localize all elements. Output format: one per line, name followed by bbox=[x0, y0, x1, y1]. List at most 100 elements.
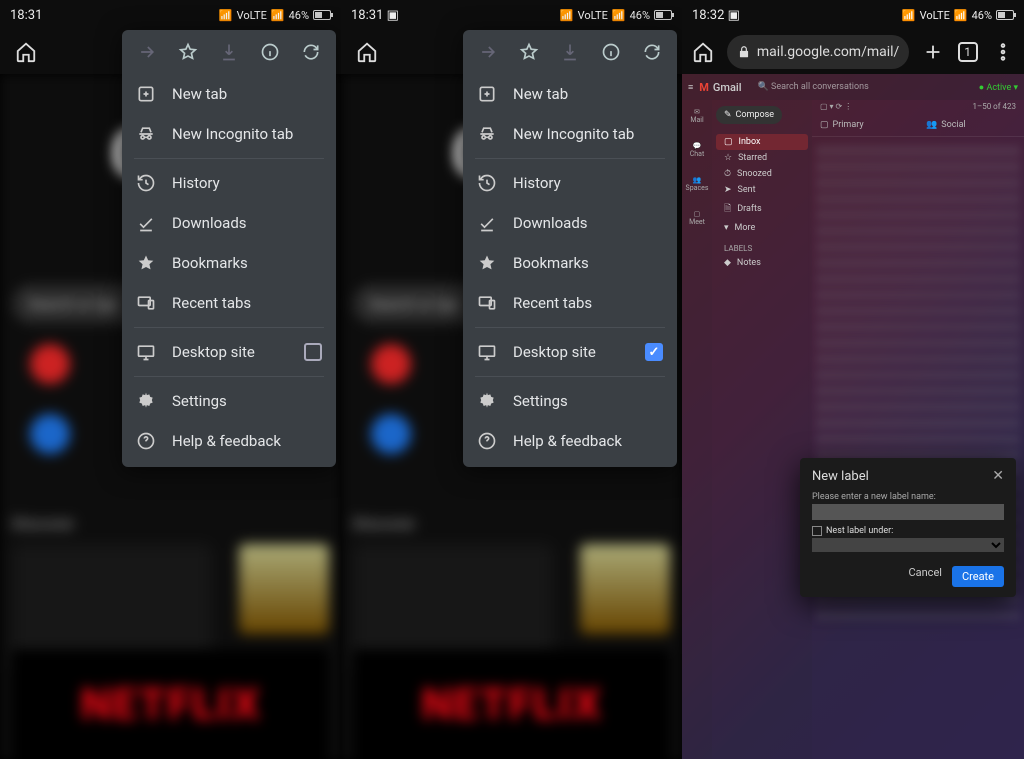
sidebar-snoozed[interactable]: ⏱ Snoozed bbox=[716, 166, 808, 182]
dialog-prompt: Please enter a new label name: bbox=[812, 492, 1004, 502]
menu-new-incognito[interactable]: New Incognito tab bbox=[463, 114, 677, 154]
menu-bookmarks[interactable]: Bookmarks bbox=[463, 243, 677, 283]
menu-history[interactable]: History bbox=[463, 163, 677, 203]
status-right: 📶VoLTE 📶 46% bbox=[902, 9, 1014, 22]
more-icon[interactable] bbox=[987, 32, 1018, 72]
menu-label: Bookmarks bbox=[513, 254, 589, 272]
gear-icon bbox=[136, 391, 156, 411]
tab-primary[interactable]: ▢ Primary bbox=[812, 113, 918, 136]
info-icon[interactable] bbox=[253, 35, 287, 69]
sidebar-starred[interactable]: ☆ Starred bbox=[716, 150, 808, 166]
menu-label: New tab bbox=[172, 85, 227, 103]
nest-select[interactable] bbox=[812, 538, 1004, 552]
cancel-button[interactable]: Cancel bbox=[908, 566, 941, 587]
tab-social[interactable]: 👥 Social bbox=[918, 113, 1024, 136]
menu-label: History bbox=[513, 174, 561, 192]
netflix-card[interactable]: NETFLIX bbox=[353, 649, 670, 759]
menu-icon[interactable]: ≡ bbox=[688, 82, 693, 93]
overflow-menu: New tab New Incognito tab History Downlo… bbox=[463, 30, 677, 467]
overflow-menu: New tab New Incognito tab History Downlo… bbox=[122, 30, 336, 467]
reload-icon[interactable] bbox=[635, 35, 669, 69]
panel-b: 18:31 ▣ 📶VoLTE 📶 46% G Search or type we… bbox=[341, 0, 682, 759]
sidebar-sent[interactable]: ➤ Sent bbox=[716, 182, 808, 198]
menu-recent-tabs[interactable]: Recent tabs bbox=[122, 283, 336, 323]
screenshot-notif-icon: ▣ bbox=[728, 8, 740, 23]
dialog-title-text: New label bbox=[812, 469, 869, 484]
menu-label: New tab bbox=[513, 85, 568, 103]
sidebar-notes[interactable]: ◆ Notes bbox=[716, 255, 808, 271]
star-icon[interactable] bbox=[512, 35, 546, 69]
download-icon[interactable] bbox=[212, 35, 246, 69]
url-bar[interactable]: mail.google.com/mail/ bbox=[727, 35, 909, 69]
compose-button[interactable]: ✎ Compose bbox=[716, 106, 782, 124]
menu-label: Help & feedback bbox=[513, 432, 622, 450]
menu-help[interactable]: Help & feedback bbox=[122, 421, 336, 461]
gmail-rail: ✉Mail 💬Chat 👥Spaces ▢Meet bbox=[682, 100, 712, 759]
gmail-search[interactable]: 🔍 Search all conversations bbox=[748, 82, 973, 92]
help-icon bbox=[136, 431, 156, 451]
history-icon bbox=[136, 173, 156, 193]
sidebar-drafts[interactable]: 🗎 Drafts bbox=[716, 198, 808, 220]
menu-help[interactable]: Help & feedback bbox=[463, 421, 677, 461]
create-button[interactable]: Create bbox=[952, 566, 1004, 587]
screenshot-notif-icon: ▣ bbox=[387, 8, 399, 23]
menu-label: Downloads bbox=[172, 214, 247, 232]
plus-box-icon bbox=[477, 84, 497, 104]
menu-label: Recent tabs bbox=[172, 294, 251, 312]
gmail-main: ▢ ▾ ⟳ ⋮ 1–50 of 423 ▢ Primary 👥 Social bbox=[812, 100, 1024, 759]
home-icon[interactable] bbox=[347, 32, 387, 72]
desktop-site-checkbox[interactable] bbox=[645, 343, 663, 361]
status-active[interactable]: ● Active ▾ bbox=[979, 82, 1018, 93]
nest-checkbox[interactable] bbox=[812, 526, 822, 536]
sidebar-inbox[interactable]: ▢ Inbox bbox=[716, 134, 808, 150]
menu-recent-tabs[interactable]: Recent tabs bbox=[463, 283, 677, 323]
browser-bar: mail.google.com/mail/ 1 bbox=[682, 30, 1024, 74]
devices-icon bbox=[136, 293, 156, 313]
info-icon[interactable] bbox=[594, 35, 628, 69]
menu-settings[interactable]: Settings bbox=[122, 381, 336, 421]
gear-icon bbox=[477, 391, 497, 411]
gmail-toolbar-meta: ▢ ▾ ⟳ ⋮ 1–50 of 423 bbox=[812, 100, 1024, 113]
home-icon[interactable] bbox=[688, 32, 719, 72]
url-text: mail.google.com/mail/ bbox=[757, 44, 899, 60]
status-time: 18:32 bbox=[692, 8, 724, 23]
menu-label: Help & feedback bbox=[172, 432, 281, 450]
menu-history[interactable]: History bbox=[122, 163, 336, 203]
sidebar-labels-header: LABELS bbox=[716, 236, 808, 255]
home-icon[interactable] bbox=[6, 32, 46, 72]
menu-new-incognito[interactable]: New Incognito tab bbox=[122, 114, 336, 154]
reload-icon[interactable] bbox=[294, 35, 328, 69]
label-name-input[interactable] bbox=[812, 504, 1004, 520]
desktop-site-checkbox[interactable] bbox=[304, 343, 322, 361]
panel-a: 18:31 📶VoLTE 📶 46% G Search or type web … bbox=[0, 0, 341, 759]
menu-new-tab[interactable]: New tab bbox=[122, 74, 336, 114]
forward-icon[interactable] bbox=[130, 35, 164, 69]
forward-icon[interactable] bbox=[471, 35, 505, 69]
star-solid-icon bbox=[136, 253, 156, 273]
menu-bookmarks[interactable]: Bookmarks bbox=[122, 243, 336, 283]
star-icon[interactable] bbox=[171, 35, 205, 69]
new-tab-icon[interactable] bbox=[917, 32, 948, 72]
gmail-page: ≡ M Gmail 🔍 Search all conversations ● A… bbox=[682, 74, 1024, 759]
menu-downloads[interactable]: Downloads bbox=[122, 203, 336, 243]
menu-new-tab[interactable]: New tab bbox=[463, 74, 677, 114]
rail-mail[interactable]: ✉Mail bbox=[690, 108, 703, 124]
nest-label: Nest label under: bbox=[826, 526, 893, 536]
download-icon[interactable] bbox=[553, 35, 587, 69]
menu-settings[interactable]: Settings bbox=[463, 381, 677, 421]
rail-meet[interactable]: ▢Meet bbox=[689, 210, 705, 226]
rail-spaces[interactable]: 👥Spaces bbox=[686, 176, 709, 192]
netflix-card[interactable]: NETFLIX bbox=[12, 649, 329, 759]
close-icon[interactable]: ✕ bbox=[992, 468, 1004, 484]
incognito-icon bbox=[477, 124, 497, 144]
menu-toolbar bbox=[122, 30, 336, 74]
rail-chat[interactable]: 💬Chat bbox=[690, 142, 705, 158]
sidebar-more[interactable]: ▾ More bbox=[716, 220, 808, 236]
menu-desktop-site[interactable]: Desktop site bbox=[122, 332, 336, 372]
menu-desktop-site[interactable]: Desktop site bbox=[463, 332, 677, 372]
menu-label: Bookmarks bbox=[172, 254, 248, 272]
menu-downloads[interactable]: Downloads bbox=[463, 203, 677, 243]
download-done-icon bbox=[136, 213, 156, 233]
tabs-icon[interactable]: 1 bbox=[952, 32, 983, 72]
help-icon bbox=[477, 431, 497, 451]
